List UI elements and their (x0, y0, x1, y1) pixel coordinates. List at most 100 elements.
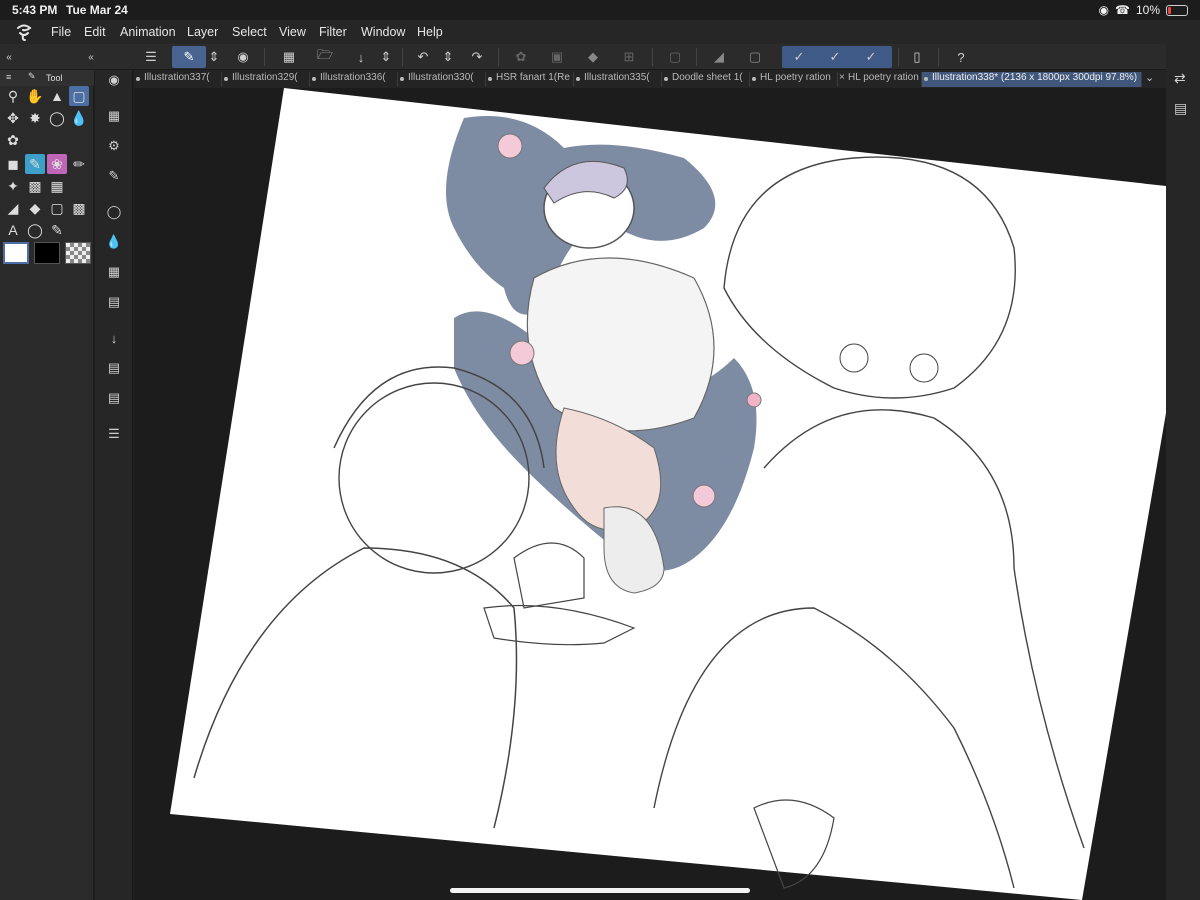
layer-settings-icon[interactable]: ⚙ (104, 136, 124, 156)
tab-document[interactable]: Illustration330( (398, 72, 486, 87)
clear-selection-icon[interactable]: ▢ (662, 46, 688, 68)
color-wheel-icon[interactable]: ◯ (104, 202, 124, 222)
hamburger-icon[interactable]: ☰ (138, 46, 164, 68)
redo-icon[interactable]: ↷ (464, 46, 490, 68)
transform-icon[interactable]: ▣ (544, 46, 570, 68)
fill-tool-icon[interactable]: ◆ (25, 198, 45, 218)
crop-icon[interactable]: ⊞ (616, 46, 642, 68)
selection-tool-icon[interactable]: ▢ (69, 86, 89, 106)
artwork-canvas[interactable] (134, 88, 1166, 900)
right-panel: ⇄ ▤ (1166, 44, 1200, 900)
history-stepper-icon[interactable]: ⇕ (440, 46, 456, 68)
timeline-icon[interactable]: ▤ (104, 292, 124, 312)
pencil-tool-icon[interactable]: ✏ (69, 154, 89, 174)
battery-percent: 10% (1135, 3, 1160, 17)
move-tool-icon[interactable]: ✥ (3, 108, 23, 128)
tool-palette-header: ≡ ✎ Tool (0, 70, 94, 86)
frame-icon[interactable]: ▢ (742, 46, 768, 68)
tabs-dropdown-icon[interactable]: ⌄ (1145, 71, 1154, 84)
balloon-tool-icon[interactable]: ◯ (25, 220, 45, 240)
eraser-icon[interactable]: ◼ (3, 154, 23, 174)
flower (509, 340, 535, 366)
menu-select[interactable]: Select (232, 25, 267, 39)
panel-toggle-icon[interactable]: ▤ (1174, 100, 1187, 117)
pen-stabilizer-3-icon[interactable]: ✓ (858, 46, 884, 68)
divider (402, 48, 403, 66)
main-color-swatch[interactable] (3, 242, 29, 264)
loading-icon[interactable]: ✿ (508, 46, 534, 68)
sparkle-tool-icon[interactable]: ✦ (3, 176, 23, 196)
ruler-tool-icon[interactable]: ▩ (69, 198, 89, 218)
tab-document[interactable]: Doodle sheet 1( (662, 72, 750, 87)
tab-document-active[interactable]: Illustration338* (2136 x 1800px 300dpi 9… (922, 72, 1142, 87)
menu-window[interactable]: Window (361, 25, 405, 39)
eyedropper-icon[interactable]: ✿ (3, 130, 23, 150)
menu-file[interactable]: File (51, 25, 71, 39)
blend-icon[interactable]: 💧 (69, 108, 89, 128)
auto-select-icon[interactable]: ✸ (25, 108, 45, 128)
hand-tool-icon[interactable]: ✋ (25, 86, 45, 106)
app-logo-icon[interactable] (14, 22, 34, 42)
tab-document[interactable]: Illustration337( (134, 72, 222, 87)
transparent-color-swatch[interactable] (65, 242, 91, 264)
collapse-sub-icon[interactable]: « (84, 46, 98, 68)
help-icon[interactable]: ? (948, 46, 974, 68)
navigator-icon[interactable]: ◉ (104, 70, 124, 90)
save-icon[interactable]: ↓ (348, 46, 374, 68)
figure-tool-icon[interactable]: ◢ (3, 198, 23, 218)
tab-document[interactable]: HL poetry ration (750, 72, 838, 87)
mode-stepper-icon[interactable]: ⇕ (206, 46, 222, 68)
pen-stabilizer-2-icon[interactable]: ✓ (822, 46, 848, 68)
open-folder-icon[interactable]: 🗁 (312, 46, 338, 68)
material-icon[interactable]: ↓ (104, 328, 124, 348)
color-mix-icon[interactable]: 💧 (104, 232, 124, 252)
panel-menu-icon[interactable]: ≡ (6, 72, 11, 82)
menu-edit[interactable]: Edit (84, 25, 106, 39)
flower (497, 133, 523, 159)
grid-tool-icon[interactable]: ▦ (47, 176, 67, 196)
collapse-left-icon[interactable]: « (2, 46, 16, 68)
frame-tool-icon[interactable]: ▢ (47, 198, 67, 218)
pen-stabilizer-1-icon[interactable]: ✓ (786, 46, 812, 68)
menu-help[interactable]: Help (417, 25, 443, 39)
companion-device-icon[interactable]: ▯ (904, 46, 930, 68)
tone-icon[interactable]: ◢ (706, 46, 732, 68)
battery-icon (1166, 4, 1188, 16)
pen-tool-icon[interactable]: ✎ (25, 154, 45, 174)
brush-size-icon[interactable]: ✎ (104, 166, 124, 186)
text-tool-icon[interactable]: A (3, 220, 23, 240)
tab-document[interactable]: × HL poetry ration (838, 72, 922, 87)
tab-document[interactable]: Illustration329( (222, 72, 310, 87)
menu-animation[interactable]: Animation (120, 25, 176, 39)
color-set-icon[interactable]: ▦ (104, 262, 124, 282)
menu-view[interactable]: View (279, 25, 306, 39)
correction-tool-icon[interactable]: ✎ (47, 220, 67, 240)
layer-list-icon[interactable]: ▤ (104, 358, 124, 378)
menu-filter[interactable]: Filter (319, 25, 347, 39)
menu-layer[interactable]: Layer (187, 25, 218, 39)
status-date: Tue Mar 24 (66, 3, 128, 17)
gradient-tool-icon[interactable]: ▩ (25, 176, 45, 196)
canvas-area[interactable] (134, 88, 1166, 900)
brush-tool-icon[interactable]: ❀ (47, 154, 67, 174)
lasso-icon[interactable]: ◯ (47, 108, 67, 128)
layers-icon[interactable]: ☰ (104, 424, 124, 444)
home-indicator[interactable] (450, 888, 750, 893)
close-tab-icon[interactable]: × (839, 72, 845, 83)
swap-layout-icon[interactable]: ⇄ (1174, 70, 1186, 87)
document-tabs: Illustration337( Illustration329( Illust… (134, 70, 1166, 88)
new-file-icon[interactable]: ▦ (276, 46, 302, 68)
tab-document[interactable]: Illustration336( (310, 72, 398, 87)
zoom-tool-icon[interactable]: ⚲ (3, 86, 23, 106)
tool-property-icon[interactable]: ▤ (104, 388, 124, 408)
record-icon[interactable]: ◉ (230, 46, 256, 68)
edit-mode-icon[interactable]: ✎ (172, 46, 206, 68)
object-tool-icon[interactable]: ▲ (47, 86, 67, 106)
save-stepper-icon[interactable]: ⇕ (378, 46, 394, 68)
layer-property-icon[interactable]: ▦ (104, 106, 124, 126)
tab-document[interactable]: HSR fanart 1(Re (486, 72, 574, 87)
tab-document[interactable]: Illustration335( (574, 72, 662, 87)
sub-color-swatch[interactable] (34, 242, 60, 264)
fill-icon[interactable]: ◆ (580, 46, 606, 68)
undo-icon[interactable]: ↶ (410, 46, 436, 68)
